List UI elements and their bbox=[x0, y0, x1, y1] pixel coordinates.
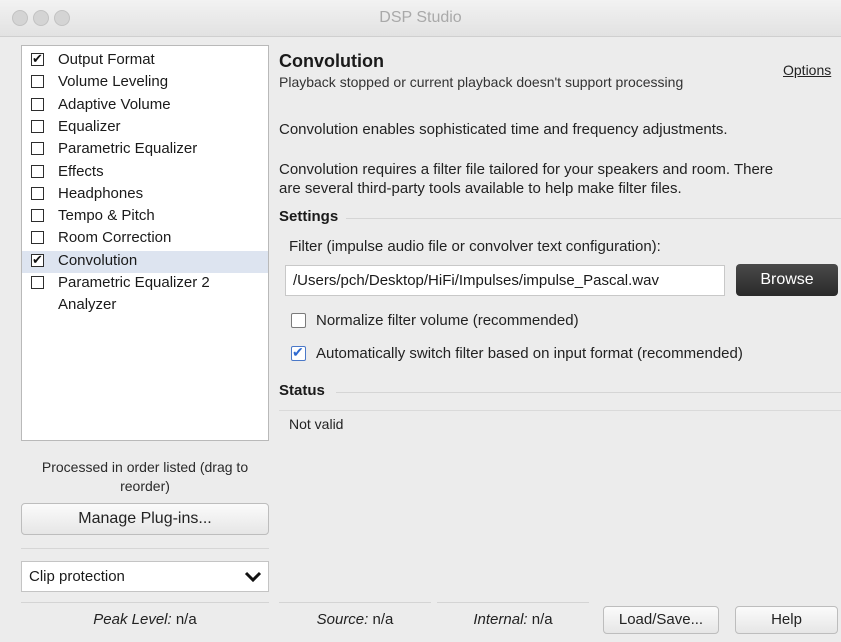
description-2b: are several third-party tools available … bbox=[279, 180, 682, 197]
status-value: Not valid bbox=[289, 416, 344, 432]
plugin-checkbox[interactable]: ✔ bbox=[31, 252, 44, 267]
filter-path-field[interactable]: /Users/pch/Desktop/HiFi/Impulses/impulse… bbox=[285, 265, 725, 296]
status-area: Not valid bbox=[279, 410, 841, 597]
manage-plugins-button[interactable]: Manage Plug-ins... bbox=[21, 503, 269, 535]
help-button[interactable]: Help bbox=[735, 606, 838, 634]
settings-divider bbox=[346, 218, 841, 219]
description-2a: Convolution requires a filter file tailo… bbox=[279, 161, 774, 178]
plugin-checkbox[interactable] bbox=[31, 75, 44, 89]
load-save-button[interactable]: Load/Save... bbox=[603, 606, 719, 634]
plugin-label: Volume Leveling bbox=[58, 73, 169, 91]
options-link[interactable]: Options bbox=[783, 62, 831, 78]
plugin-label: Adaptive Volume bbox=[58, 95, 171, 113]
divider bbox=[21, 548, 269, 549]
plugin-label: Convolution bbox=[58, 251, 138, 269]
peak-level: Peak Level: n/a bbox=[21, 602, 269, 637]
title-bar: DSP Studio bbox=[0, 0, 841, 37]
plugin-list[interactable]: ✔ Output Format Volume Leveling Adaptive Vo… bbox=[21, 45, 269, 441]
plugin-item[interactable]: Adaptive Volume bbox=[22, 95, 268, 117]
plugin-item[interactable]: Analyzer bbox=[22, 295, 268, 317]
source-value: n/a bbox=[372, 611, 394, 628]
internal-label: Internal: bbox=[473, 611, 528, 628]
peak-level-label: Peak Level: bbox=[93, 611, 172, 628]
plugin-label: Tempo & Pitch bbox=[58, 207, 155, 225]
plugin-label: Analyzer bbox=[58, 296, 117, 314]
plugin-checkbox[interactable] bbox=[31, 209, 44, 223]
source-label: Source: bbox=[316, 611, 369, 628]
settings-heading: Settings bbox=[279, 208, 339, 225]
plugin-item[interactable]: Effects bbox=[22, 162, 268, 184]
plugin-checkbox[interactable] bbox=[31, 231, 44, 245]
window-title: DSP Studio bbox=[379, 9, 462, 26]
chevron-down-icon bbox=[244, 571, 262, 583]
plugin-checkbox[interactable] bbox=[31, 119, 44, 133]
plugin-label: Equalizer bbox=[58, 117, 121, 135]
plugin-checkbox[interactable] bbox=[31, 186, 44, 200]
internal-readout: Internal: n/a bbox=[437, 602, 589, 637]
plugin-label: Room Correction bbox=[58, 229, 172, 247]
plugin-checkbox[interactable] bbox=[31, 142, 44, 156]
status-divider bbox=[336, 392, 841, 393]
checkmark-icon: ✔ bbox=[32, 251, 43, 267]
plugin-item[interactable]: Volume Leveling bbox=[22, 72, 268, 94]
plugin-item[interactable]: Equalizer bbox=[22, 117, 268, 139]
plugin-checkbox[interactable] bbox=[31, 97, 44, 111]
clip-protection-select[interactable]: Clip protection bbox=[21, 561, 269, 592]
plugin-item[interactable]: ✔ Output Format bbox=[22, 50, 268, 72]
plugin-checkbox[interactable] bbox=[31, 164, 44, 178]
plugin-item[interactable]: Room Correction bbox=[22, 228, 268, 250]
plugin-label: Parametric Equalizer bbox=[58, 140, 198, 158]
panel-title: Convolution bbox=[279, 51, 384, 71]
plugin-label: Output Format bbox=[58, 51, 155, 68]
plugin-item[interactable]: ✔ Convolution bbox=[22, 250, 268, 273]
order-note: Processed in order listed (drag to reord… bbox=[41, 459, 249, 494]
description-1: Convolution enables sophisticated time a… bbox=[279, 121, 728, 138]
autoswitch-label: Automatically switch filter based on inp… bbox=[316, 345, 743, 362]
normalize-label: Normalize filter volume (recommended) bbox=[316, 312, 579, 329]
filter-label: Filter (impulse audio file or convolver … bbox=[289, 238, 661, 255]
checkmark-icon: ✔ bbox=[32, 51, 43, 66]
normalize-checkbox[interactable] bbox=[291, 313, 306, 328]
browse-button[interactable]: Browse bbox=[736, 264, 838, 296]
plugin-item[interactable]: Headphones bbox=[22, 184, 268, 206]
internal-value: n/a bbox=[531, 611, 553, 628]
autoswitch-checkbox[interactable]: ✔ bbox=[291, 344, 306, 361]
plugin-label: Parametric Equalizer 2 bbox=[58, 274, 210, 291]
plugin-label: Headphones bbox=[58, 184, 144, 202]
plugin-item[interactable]: Parametric Equalizer bbox=[22, 139, 268, 161]
status-heading: Status bbox=[279, 382, 325, 399]
clip-protection-value: Clip protection bbox=[29, 568, 125, 585]
source-readout: Source: n/a bbox=[279, 602, 431, 637]
filter-path-value: /Users/pch/Desktop/HiFi/Impulses/impulse… bbox=[293, 272, 659, 289]
peak-level-value: n/a bbox=[175, 611, 197, 628]
panel-subtitle: Playback stopped or current playback doe… bbox=[279, 74, 684, 90]
plugin-checkbox[interactable] bbox=[31, 276, 44, 289]
plugin-item[interactable]: Tempo & Pitch bbox=[22, 206, 268, 228]
plugin-label: Effects bbox=[58, 162, 104, 180]
plugin-item[interactable]: Parametric Equalizer 2 bbox=[22, 273, 268, 295]
plugin-checkbox[interactable]: ✔ bbox=[31, 51, 44, 66]
checkmark-icon: ✔ bbox=[292, 344, 304, 360]
